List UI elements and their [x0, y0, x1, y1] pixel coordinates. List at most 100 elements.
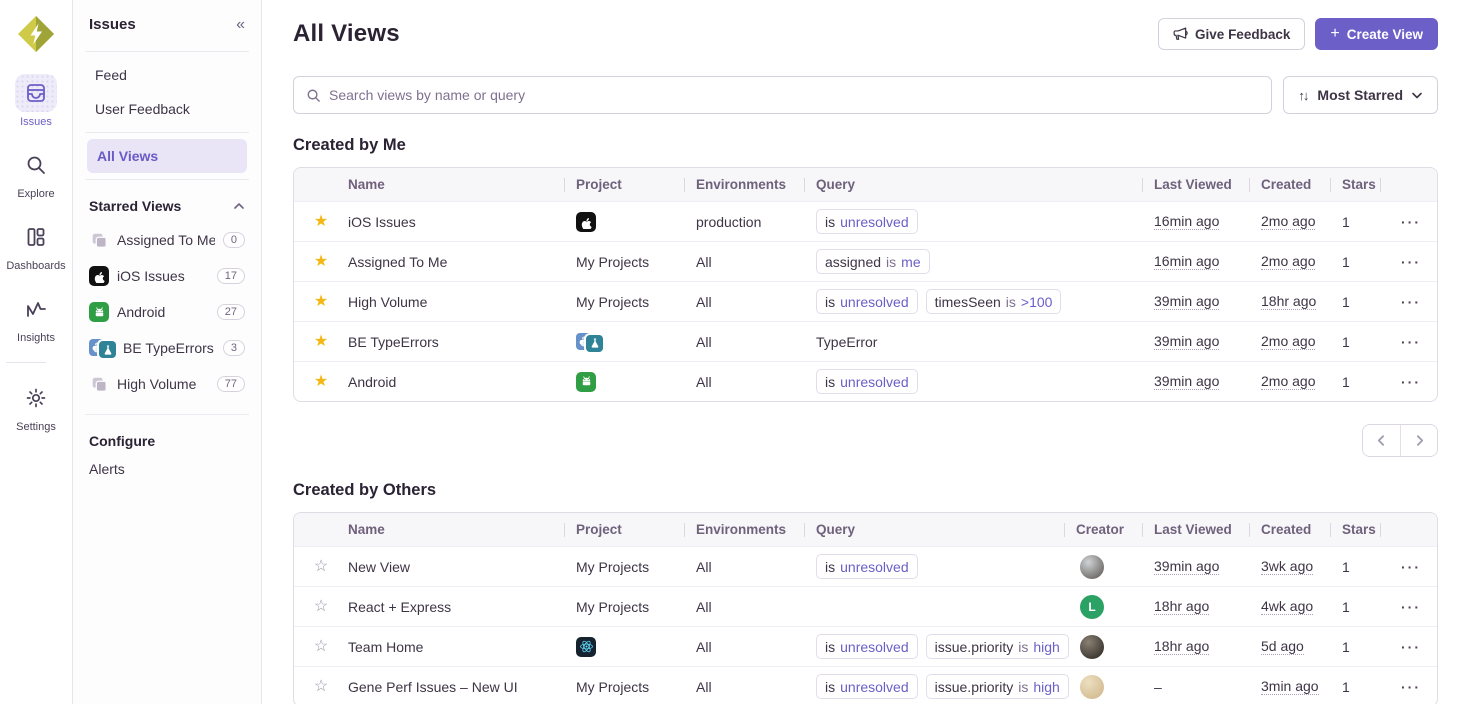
view-name-link[interactable]: iOS Issues [348, 214, 416, 230]
search-icon [306, 88, 321, 103]
last-viewed-value: 39min ago [1154, 558, 1219, 575]
sidebar-item-all-views[interactable]: All Views [87, 139, 247, 173]
starred-view-item[interactable]: iOS Issues17 [87, 258, 247, 294]
star-filled-icon[interactable]: ★ [314, 254, 328, 270]
view-row[interactable]: ★High VolumeMy ProjectsAllisunresolvedti… [294, 281, 1437, 321]
view-name-link[interactable]: React + Express [348, 599, 451, 615]
sort-dropdown[interactable]: ↑↓ Most Starred [1283, 76, 1438, 114]
last-viewed-value: 18hr ago [1154, 638, 1209, 655]
query-token: is [825, 679, 835, 695]
stars-count: 1 [1342, 639, 1392, 655]
view-row[interactable]: ☆React + ExpressMy ProjectsAllL18hr ago4… [294, 586, 1437, 626]
stars-count: 1 [1342, 214, 1392, 230]
stacked-squares-project-icon [89, 374, 109, 394]
view-row[interactable]: ★AndroidAllisunresolved39min ago2mo ago1… [294, 361, 1437, 401]
view-row[interactable]: ★iOS Issuesproductionisunresolved16min a… [294, 201, 1437, 241]
starred-view-item[interactable]: BE TypeErrors3 [87, 330, 247, 366]
query-cell: isunresolved [816, 209, 1154, 234]
view-row[interactable]: ☆New ViewMy ProjectsAllisunresolved39min… [294, 546, 1437, 586]
query-token: issue.priority [935, 679, 1014, 695]
last-viewed-value: 39min ago [1154, 293, 1219, 310]
issue-count-badge: 3 [223, 340, 245, 356]
row-overflow-menu[interactable]: ··· [1397, 214, 1425, 230]
rail-item-issues[interactable]: Issues [6, 74, 65, 128]
chevron-left-icon[interactable] [1363, 425, 1400, 456]
created-value: 4wk ago [1261, 598, 1313, 615]
row-overflow-menu[interactable]: ··· [1397, 254, 1425, 270]
query-token: issue.priority [935, 639, 1014, 655]
query-plain-text: TypeError [816, 334, 877, 350]
row-overflow-menu[interactable]: ··· [1397, 639, 1425, 655]
give-feedback-button[interactable]: Give Feedback [1158, 18, 1305, 50]
star-filled-icon[interactable]: ★ [314, 294, 328, 310]
stars-count: 1 [1342, 599, 1392, 615]
view-name-link[interactable]: New View [348, 559, 410, 575]
sentry-diamond-bolt-logo [16, 14, 56, 54]
stars-count: 1 [1342, 679, 1392, 695]
sidebar-item-user-feedback[interactable]: User Feedback [87, 92, 247, 126]
rail-item-explore[interactable]: Explore [6, 146, 65, 200]
rail-item-insights[interactable]: Insights [6, 290, 65, 344]
double-chevron-left-icon[interactable]: « [236, 17, 245, 33]
query-chip: timesSeenis>100 [926, 289, 1062, 314]
view-name-link[interactable]: Gene Perf Issues – New UI [348, 679, 518, 695]
view-name-link[interactable]: Team Home [348, 639, 423, 655]
megaphone-icon [1173, 27, 1188, 41]
sentry-logo[interactable] [14, 12, 58, 56]
rail-item-settings[interactable]: Settings [6, 379, 65, 433]
star-filled-icon[interactable]: ★ [314, 334, 328, 350]
column-header: Environments [696, 177, 816, 192]
view-name-link[interactable]: High Volume [348, 294, 427, 310]
query-cell: isunresolved [816, 554, 1076, 579]
star-filled-icon[interactable]: ★ [314, 374, 328, 390]
view-name-link[interactable]: Android [348, 374, 396, 390]
view-row[interactable]: ★BE TypeErrorsAllTypeError39min ago2mo a… [294, 321, 1437, 361]
rail-item-dashboards[interactable]: Dashboards [6, 218, 65, 272]
row-overflow-menu[interactable]: ··· [1397, 679, 1425, 695]
starred-view-item[interactable]: High Volume77 [87, 366, 247, 402]
query-token: unresolved [840, 639, 909, 655]
star-outline-icon[interactable]: ☆ [314, 639, 328, 655]
chevron-right-icon[interactable] [1400, 425, 1437, 456]
column-header: Last Viewed [1154, 522, 1261, 537]
column-header: Stars [1342, 177, 1392, 192]
view-name-link[interactable]: Assigned To Me [348, 254, 447, 270]
query-token: unresolved [840, 294, 909, 310]
sort-arrows-icon: ↑↓ [1298, 88, 1307, 103]
row-overflow-menu[interactable]: ··· [1397, 559, 1425, 575]
star-outline-icon[interactable]: ☆ [314, 559, 328, 575]
row-overflow-menu[interactable]: ··· [1397, 374, 1425, 390]
stars-count: 1 [1342, 294, 1392, 310]
row-overflow-menu[interactable]: ··· [1397, 599, 1425, 615]
star-outline-icon[interactable]: ☆ [314, 599, 328, 615]
created-value: 3wk ago [1261, 558, 1313, 575]
starred-view-item[interactable]: Android27 [87, 294, 247, 330]
chevron-up-icon[interactable] [233, 200, 245, 212]
row-overflow-menu[interactable]: ··· [1397, 334, 1425, 350]
star-outline-icon[interactable]: ☆ [314, 679, 328, 695]
issue-count-badge: 0 [223, 232, 245, 248]
query-token: unresolved [840, 559, 909, 575]
starred-view-item[interactable]: Assigned To Me0 [87, 222, 247, 258]
divider [85, 132, 249, 133]
query-token: unresolved [840, 374, 909, 390]
query-chip: isunresolved [816, 209, 918, 234]
configure-title: Configure [89, 433, 155, 449]
sidebar-item-feed[interactable]: Feed [87, 58, 247, 92]
view-row[interactable]: ☆Gene Perf Issues – New UIMy ProjectsAll… [294, 666, 1437, 704]
view-row[interactable]: ☆Team HomeAllisunresolvedissue.priorityi… [294, 626, 1437, 666]
query-chip: issue.priorityishigh [926, 634, 1069, 659]
row-overflow-menu[interactable]: ··· [1397, 294, 1425, 310]
view-row[interactable]: ★Assigned To MeMy ProjectsAllassignedism… [294, 241, 1437, 281]
stars-count: 1 [1342, 559, 1392, 575]
pagination [1362, 424, 1438, 457]
sidebar-item-alerts[interactable]: Alerts [87, 457, 247, 487]
query-token: assigned [825, 254, 881, 270]
project-label: My Projects [576, 294, 649, 310]
all-views-page: All Views Give Feedback + Create View [262, 0, 1471, 704]
create-view-button[interactable]: + Create View [1315, 18, 1438, 50]
star-filled-icon[interactable]: ★ [314, 214, 328, 230]
column-header: Stars [1342, 522, 1392, 537]
search-input[interactable] [329, 87, 1259, 103]
view-name-link[interactable]: BE TypeErrors [348, 334, 439, 350]
